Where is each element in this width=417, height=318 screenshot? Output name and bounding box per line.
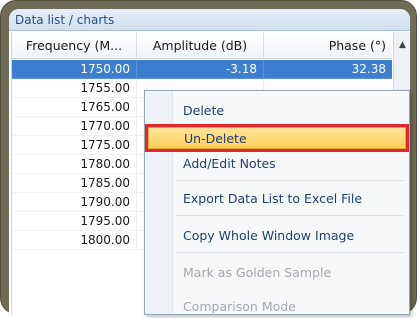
cell-frequency: 1795.00 — [12, 212, 137, 231]
menu-item-export-excel[interactable]: Export Data List to Excel File — [148, 188, 406, 210]
menu-item-add-edit-notes[interactable]: Add/Edit Notes — [148, 153, 406, 175]
cell-frequency: 1780.00 — [12, 155, 137, 174]
column-header-frequency[interactable]: Frequency (M... — [12, 32, 137, 59]
menu-separator — [176, 180, 404, 181]
menu-item-copy-window-image[interactable]: Copy Whole Window Image — [148, 225, 406, 247]
column-header-phase[interactable]: Phase (°) — [264, 32, 392, 59]
menu-item-mark-golden-sample[interactable]: Mark as Golden Sample — [148, 262, 406, 284]
screenshot-frame: Data list / charts Frequency (M... Ampli… — [0, 0, 417, 315]
menu-item-comparison-mode[interactable]: Comparison Mode — [148, 296, 406, 318]
menu-separator — [176, 215, 404, 216]
menu-item-un-delete[interactable]: Un-Delete — [145, 124, 409, 152]
cell-frequency: 1785.00 — [12, 174, 137, 193]
cell-frequency: 1790.00 — [12, 193, 137, 212]
menu-separator — [176, 252, 404, 253]
cell-frequency: 1750.00 — [12, 60, 137, 79]
cell-amplitude: -3.18 — [137, 60, 264, 79]
cell-frequency: 1800.00 — [12, 231, 137, 250]
cell-frequency: 1755.00 — [12, 79, 137, 98]
column-header-amplitude[interactable]: Amplitude (dB) — [137, 32, 264, 59]
window-title: Data list / charts — [9, 9, 410, 31]
grid-header: Frequency (M... Amplitude (dB) Phase (°) — [12, 32, 392, 59]
table-row-selected[interactable]: 1750.00 -3.18 32.38 — [12, 60, 392, 79]
menu-item-delete[interactable]: Delete — [148, 100, 406, 122]
cell-frequency: 1770.00 — [12, 117, 137, 136]
cell-phase: 32.38 — [264, 60, 392, 79]
cell-frequency: 1765.00 — [12, 98, 137, 117]
context-menu: Delete Un-Delete Add/Edit Notes Export D… — [144, 90, 410, 315]
cell-frequency: 1775.00 — [12, 136, 137, 155]
scroll-up-arrow-icon[interactable]: ▲ — [394, 38, 410, 52]
